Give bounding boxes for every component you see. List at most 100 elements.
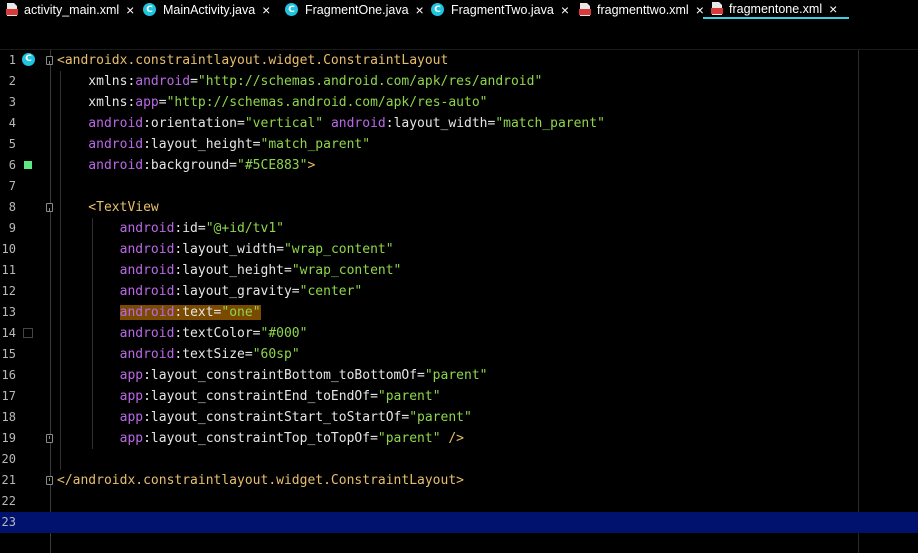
code-token: :layout_constraintStart_toStartOf= [143,410,410,425]
code-text: app:layout_constraintStart_toStartOf="pa… [57,407,472,428]
tab-close-icon[interactable]: × [829,2,837,16]
tab-fragmenttwo-java[interactable]: C FragmentTwo.java × [423,0,571,19]
code-token: app [57,368,144,383]
code-line[interactable]: 15 android:textSize="60sp" [0,344,918,365]
code-token: "#5CE883" [237,158,308,173]
code-token: = [158,95,167,110]
line-number: 20 [1,452,16,466]
line-number: 22 [1,494,16,508]
code-text: android:orientation="vertical" android:l… [57,113,605,134]
code-token: :text= [174,305,222,320]
code-text: app:layout_constraintBottom_toBottomOf="… [57,365,488,386]
code-token: "#000" [260,326,308,341]
code-line[interactable]: 9 android:id="@+id/tv1" [0,218,918,239]
code-line[interactable]: 12 android:layout_gravity="center" [0,281,918,302]
code-token: android [57,326,175,341]
xml-file-icon [711,2,723,15]
code-text: <androidx.constraintlayout.widget.Constr… [57,50,448,71]
fold-marker-icon[interactable] [46,203,53,212]
line-number: 2 [8,74,16,88]
line-number: 5 [8,137,16,151]
fold-tick [49,436,50,439]
color-swatch-icon[interactable] [23,328,33,338]
tab-label: fragmentone.xml [729,1,823,16]
code-token: android [57,263,175,278]
code-token: xmlns: [57,95,136,110]
code-token: :layout_width= [385,116,496,131]
code-editor[interactable]: 1 <androidx.constraintlayout.widget.Const… [0,50,918,553]
code-token: app [57,431,144,446]
code-line[interactable]: 10 android:layout_width="wrap_content" [0,239,918,260]
tab-fragmentone-java[interactable]: C FragmentOne.java × [277,0,424,19]
line-number: 15 [1,347,16,361]
code-token: </androidx.constraintlayout.widget.Const… [57,473,464,488]
code-line[interactable]: 20 [0,449,918,470]
tab-close-icon[interactable]: × [561,3,569,17]
line-number: 7 [8,179,16,193]
code-token: "@+id/tv1" [205,221,284,236]
code-token: android [330,116,386,131]
fold-marker-icon[interactable] [46,476,53,485]
fold-marker-icon[interactable] [46,434,53,443]
class-gutter-icon[interactable]: C [22,53,35,66]
code-line[interactable]: 8 <TextView [0,197,918,218]
code-text: app:layout_constraintTop_toTopOf="parent… [57,428,464,449]
code-token: "parent" [377,431,441,446]
code-text: <TextView [57,197,159,218]
code-token: :layout_constraintTop_toTopOf= [143,431,378,446]
code-line[interactable]: 5 android:layout_height="match_parent" [0,134,918,155]
indent-guide [60,71,61,470]
editor-toolbar-strip [0,19,918,49]
code-token: :layout_width= [174,242,284,257]
code-text: xmlns:android="http://schemas.android.co… [57,71,542,92]
code-line[interactable]: 3 xmlns:app="http://schemas.android.com/… [0,92,918,113]
code-line[interactable]: 17 app:layout_constraintEnd_toEndOf="par… [0,386,918,407]
tab-label: fragmenttwo.xml [597,2,689,17]
tab-activity-main-xml[interactable]: activity_main.xml × [0,0,135,19]
code-line[interactable]: 23 [0,512,918,533]
tab-fragmentone-xml[interactable]: fragmentone.xml × [703,0,849,19]
line-number: 13 [1,305,16,319]
code-token: /> [440,431,465,446]
code-line[interactable]: 7 [0,176,918,197]
code-line[interactable]: 22 [0,491,918,512]
line-number: 6 [8,158,16,172]
code-line[interactable]: 4 android:orientation="vertical" android… [0,113,918,134]
tab-label: activity_main.xml [24,2,120,17]
tab-label: FragmentTwo.java [451,2,554,17]
color-swatch-icon[interactable] [24,161,32,169]
code-text: app:layout_constraintEnd_toEndOf="parent… [57,386,441,407]
code-line[interactable]: 14 android:textColor="#000" [0,323,918,344]
code-line[interactable]: 2 xmlns:android="http://schemas.android.… [0,71,918,92]
code-line[interactable]: 13 android:text="one" [0,302,918,323]
code-token: "vertical" [244,116,324,131]
code-token: "parent" [377,389,441,404]
code-line[interactable]: 1 <androidx.constraintlayout.widget.Const… [0,50,918,71]
code-line[interactable]: 21 </androidx.constraintlayout.widget.Con… [0,470,918,491]
tab-close-icon[interactable]: × [262,3,270,17]
code-token: "match_parent" [495,116,605,131]
line-number: 16 [1,368,16,382]
tab-label: MainActivity.java [163,2,256,17]
code-line[interactable]: 19 app:layout_constraintTop_toTopOf="par… [0,428,918,449]
code-token: android [57,284,175,299]
code-text: android:textColor="#000" [57,323,308,344]
code-token: android [57,158,144,173]
line-number: 8 [8,200,16,214]
code-line[interactable]: 16 app:layout_constraintBottom_toBottomO… [0,365,918,386]
fold-marker-icon[interactable] [46,56,53,65]
code-text: android:text="one" [57,302,261,323]
tab-fragmenttwo-xml[interactable]: fragmenttwo.xml × [571,0,704,19]
code-line[interactable]: 18 app:layout_constraintStart_toStartOf=… [0,407,918,428]
code-text: android:layout_width="wrap_content" [57,239,394,260]
tab-close-icon[interactable]: × [126,3,134,17]
code-token: app [135,95,159,110]
code-token: <TextView [57,200,159,215]
tab-mainactivity-java[interactable]: C MainActivity.java × [135,0,277,19]
code-token: android [57,137,144,152]
code-line[interactable]: 6 android:background="#5CE883"> [0,155,918,176]
line-number: 23 [1,515,16,529]
code-line[interactable]: 11 android:layout_height="wrap_content" [0,260,918,281]
